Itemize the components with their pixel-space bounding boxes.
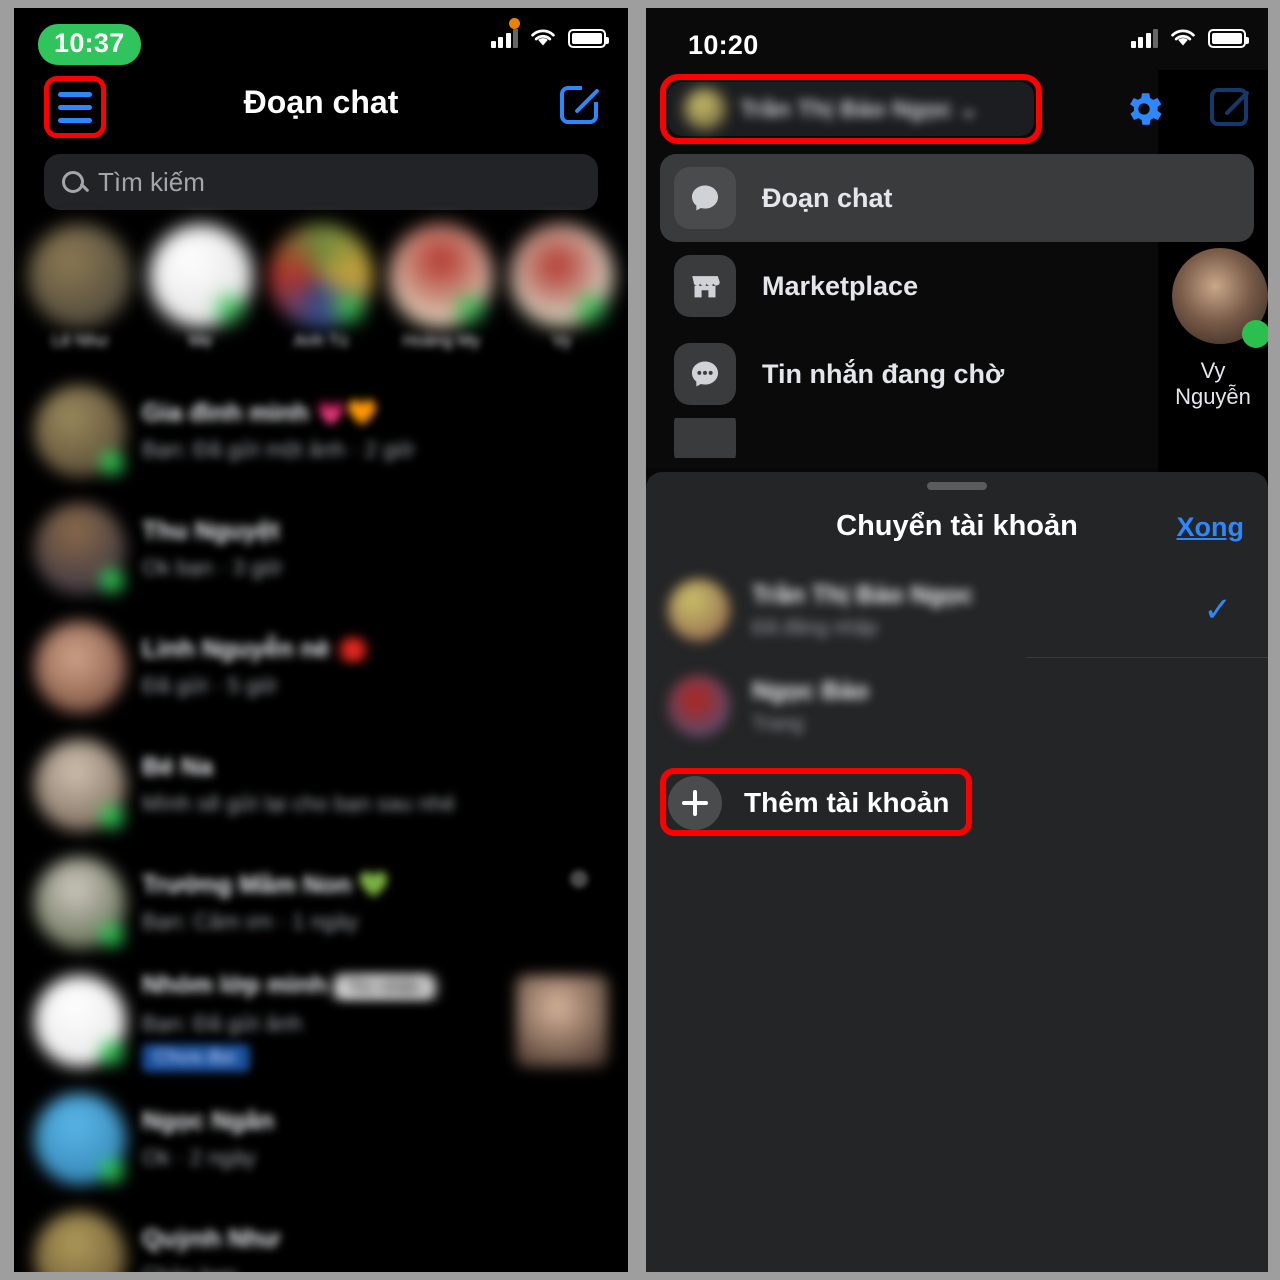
left-status-bar: 10:37 — [14, 8, 628, 70]
chat-list-item[interactable]: Bé Na Mình sẽ gửi lại cho bạn sau nhé — [20, 726, 622, 844]
status-time-recording-pill: 10:37 — [38, 24, 141, 66]
add-account-highlight-box — [660, 768, 972, 836]
left-app-header: Đoạn chat — [14, 70, 628, 148]
right-phone-screen: Vy Nguyễn 10:20 Trần Thị Bảo Ngọc ⌄ Đoạn… — [646, 8, 1268, 1272]
chat-thumbnail[interactable] — [516, 975, 608, 1067]
left-phone-screen: 10:37 Đoạn chat Tìm kiếm Lê Như Mẹ Anh T… — [14, 8, 628, 1272]
pending-messages-icon — [674, 343, 736, 405]
story-name: Mẹ — [188, 332, 213, 350]
done-button[interactable]: Xong — [1177, 512, 1245, 543]
menu-item-marketplace[interactable]: Marketplace — [660, 242, 1254, 330]
chat-preview: Ok bạn · 3 giờ — [142, 555, 283, 580]
menu-item-label: Đoạn chat — [762, 182, 893, 213]
account-subtitle: Đã đăng nhập — [752, 616, 878, 639]
chat-badge: Tin nhắn — [333, 972, 437, 1002]
menu-item-chats[interactable]: Đoạn chat — [660, 154, 1254, 242]
avatar — [668, 579, 730, 641]
chat-list-item[interactable]: Linh Nguyễn nè Đã gửi · 5 giờ — [20, 608, 622, 726]
chat-preview: Bạn: Đã gửi ảnh — [142, 1010, 303, 1036]
account-name: Trần Thị Bảo Ngọc — [752, 580, 973, 609]
chat-name: Bé Na — [142, 753, 213, 781]
switch-account-sheet: Chuyển tài khoản Xong Trần Thị Bảo Ngọc … — [646, 472, 1268, 1272]
chat-preview: Ok · 2 ngày — [142, 1145, 256, 1170]
battery-icon — [568, 28, 609, 48]
cellular-bars-icon — [490, 28, 518, 48]
story-name: Hoàng My — [402, 332, 481, 350]
menu-item-label: Marketplace — [762, 270, 919, 301]
search-placeholder: Tìm kiếm — [98, 166, 205, 197]
story-name: Vy — [552, 332, 572, 350]
avatar — [668, 675, 730, 737]
partial-menu-icon — [674, 418, 736, 458]
account-row[interactable]: Ngọc Bảo Trang — [646, 658, 1268, 754]
search-icon — [62, 171, 84, 193]
account-subtitle: Trang — [752, 712, 804, 735]
chat-name: Trường Mầm Non 💚 — [142, 871, 390, 899]
chat-list-item[interactable]: Trường Mầm Non 💚 Bạn: Cảm ơn · 1 ngày — [20, 844, 622, 962]
chat-list-item[interactable]: Thu Nguyệt Ok bạn · 3 giờ — [20, 490, 622, 608]
story-row: Lê Như Mẹ Anh Tú Hoàng My Vy — [14, 210, 628, 372]
sheet-header: Chuyển tài khoản Xong — [646, 490, 1268, 562]
wifi-icon — [1171, 29, 1195, 46]
account-switcher-highlight-box — [660, 74, 1042, 144]
story-item[interactable]: Vy — [506, 224, 618, 366]
chat-name: Thu Nguyệt — [142, 517, 280, 545]
screenshot-root: 10:37 Đoạn chat Tìm kiếm Lê Như Mẹ Anh T… — [0, 0, 1280, 1280]
chat-list-item[interactable]: Gia đình mình 💗🧡 Bạn: Đã gửi một ảnh · 2… — [20, 372, 622, 490]
chat-name: Nhóm lớp mình Tin nhắn — [142, 971, 500, 1002]
gear-icon[interactable] — [1122, 87, 1166, 131]
page-title: Đoạn chat — [243, 84, 399, 120]
store-icon — [674, 255, 736, 317]
muted-dot-icon — [570, 870, 588, 888]
account-name: Ngọc Bảo — [752, 676, 869, 705]
battery-icon — [1208, 28, 1249, 48]
cellular-bars-icon — [1130, 28, 1158, 48]
status-time: 10:20 — [688, 30, 759, 60]
chat-tag: Chưa đọc — [142, 1043, 250, 1072]
chat-bubble-icon — [674, 167, 736, 229]
story-item[interactable]: Mẹ — [144, 224, 256, 366]
story-item[interactable]: Anh Tú — [265, 224, 377, 366]
chat-name: Quỳnh Như — [142, 1225, 280, 1253]
right-status-icons — [1130, 28, 1249, 48]
chat-preview: Đã gửi · 5 giờ — [142, 673, 278, 698]
chat-preview: Bạn: Cảm ơn · 1 ngày — [142, 909, 359, 934]
chat-name: Linh Nguyễn nè — [142, 635, 608, 664]
chat-list-item[interactable]: Quỳnh Như Chào bạn — [20, 1198, 622, 1272]
right-app-header: Trần Thị Bảo Ngọc ⌄ — [646, 70, 1268, 148]
story-item[interactable]: Hoàng My — [385, 224, 497, 366]
menu-item-partial[interactable] — [660, 418, 1254, 458]
compose-icon[interactable] — [560, 82, 602, 124]
menu-item-label: Tin nhắn đang chờ — [762, 358, 1005, 389]
chat-name: Ngọc Ngân — [142, 1107, 274, 1135]
story-item[interactable]: Lê Như — [24, 224, 136, 366]
menu-item-pending-messages[interactable]: Tin nhắn đang chờ — [660, 330, 1254, 418]
chat-list-item[interactable]: Nhóm lớp mình Tin nhắn Bạn: Đã gửi ảnh C… — [20, 962, 622, 1080]
account-row[interactable]: Trần Thị Bảo Ngọc Đã đăng nhập ✓ — [646, 562, 1268, 658]
side-menu: Đoạn chat Marketplace Tin nhắn đang chờ — [646, 148, 1268, 458]
chat-name: Gia đình mình 💗🧡 — [142, 399, 378, 427]
story-name: Lê Như — [51, 332, 109, 350]
drag-handle-icon[interactable] — [927, 482, 987, 490]
unread-dot-icon — [339, 637, 366, 664]
sheet-title: Chuyển tài khoản — [836, 509, 1078, 542]
story-name: Anh Tú — [293, 332, 349, 350]
chat-preview: Mình sẽ gửi lại cho bạn sau nhé — [142, 791, 456, 816]
chat-list: Gia đình mình 💗🧡 Bạn: Đã gửi một ảnh · 2… — [14, 372, 628, 1272]
right-status-bar: 10:20 — [646, 8, 1268, 70]
checkmark-icon: ✓ — [1203, 591, 1233, 629]
chat-list-item[interactable]: Ngọc Ngân Ok · 2 ngày — [20, 1080, 622, 1198]
chat-preview: Chào bạn — [142, 1263, 608, 1272]
left-status-icons — [490, 28, 609, 48]
chat-preview: Bạn: Đã gửi một ảnh · 2 giờ — [142, 437, 415, 462]
wifi-icon — [531, 29, 555, 46]
search-input[interactable]: Tìm kiếm — [44, 154, 598, 210]
compose-icon[interactable] — [1210, 88, 1248, 126]
